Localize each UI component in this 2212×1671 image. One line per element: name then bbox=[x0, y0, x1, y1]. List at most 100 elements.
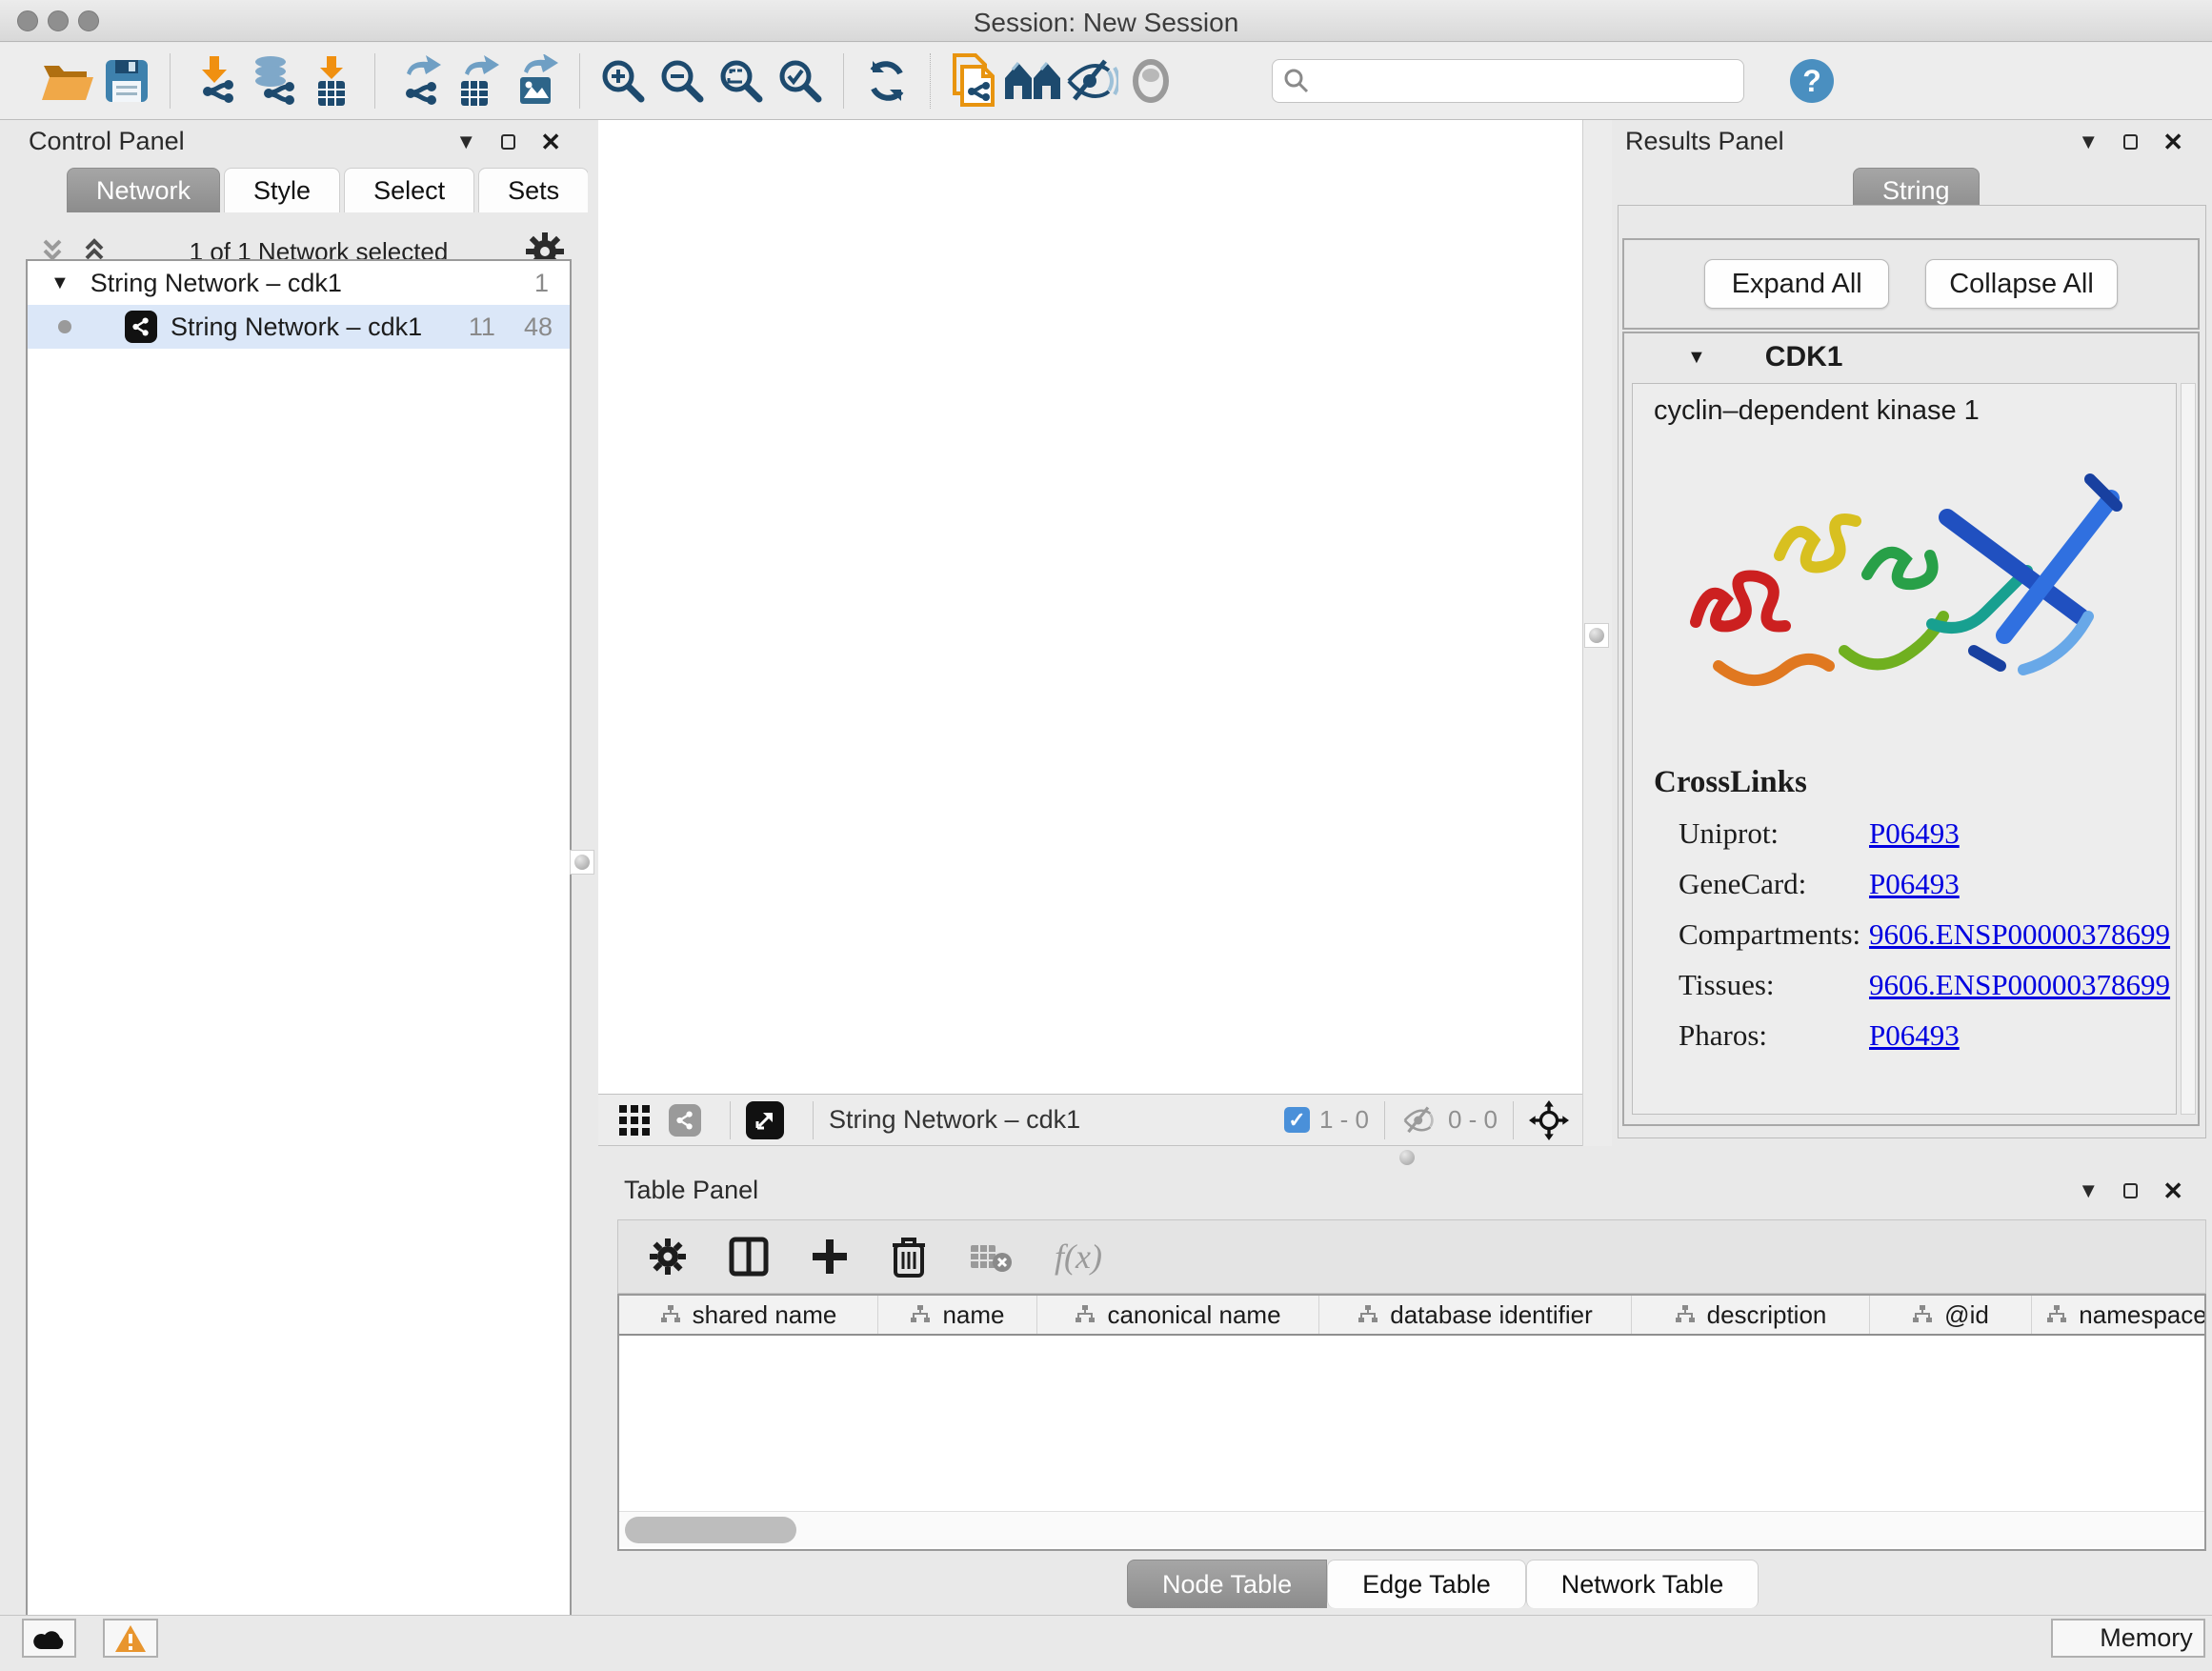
current-network-dot-icon bbox=[58, 320, 71, 333]
open-in-new-window-icon[interactable] bbox=[746, 1101, 784, 1139]
table-panel-tabs: Node TableEdge TableNetwork Table bbox=[1127, 1560, 1759, 1608]
crosslink-row: Tissues:9606.ENSP00000378699 bbox=[1654, 968, 2170, 1002]
create-column-plus-icon[interactable] bbox=[811, 1238, 849, 1276]
zoom-selected-icon[interactable] bbox=[771, 51, 830, 111]
import-network-file-icon[interactable] bbox=[184, 51, 243, 111]
control-panel-maximize-icon[interactable] bbox=[501, 134, 515, 150]
function-builder-icon: f(x) bbox=[1055, 1237, 1102, 1277]
results-panel: Results Panel ▼ ✕ String Expand All Coll… bbox=[1612, 120, 2212, 1170]
node-description: cyclin–dependent kinase 1 bbox=[1654, 395, 1980, 427]
table-row[interactable] bbox=[619, 1336, 2204, 1378]
crosslink-label: GeneCard: bbox=[1654, 867, 1869, 901]
collapse-all-button[interactable]: Collapse All bbox=[1925, 259, 2118, 309]
control-panel-float-icon[interactable]: ▼ bbox=[455, 131, 476, 152]
expand-all-button[interactable]: Expand All bbox=[1704, 259, 1889, 309]
cloud-status-button[interactable] bbox=[22, 1619, 76, 1658]
tab-style[interactable]: Style bbox=[224, 168, 340, 212]
table-header-row: shared namenamecanonical namedatabase id… bbox=[619, 1296, 2204, 1336]
show-columns-icon[interactable] bbox=[729, 1237, 769, 1277]
memory-status-dot bbox=[2063, 1627, 2086, 1650]
column-header-id[interactable]: @id bbox=[1870, 1296, 2032, 1334]
birds-eye-grid-icon[interactable] bbox=[617, 1103, 652, 1137]
selected-nodes-checkbox[interactable]: ✓ bbox=[1284, 1107, 1310, 1133]
tab-network[interactable]: Network bbox=[67, 168, 220, 212]
card-collapse-icon[interactable]: ▼ bbox=[1687, 347, 1706, 369]
control-panel: Control Panel ▼ ✕ NetworkStyleSelectSets… bbox=[0, 120, 588, 1615]
tab-select[interactable]: Select bbox=[344, 168, 474, 212]
hide-panels-eye-slash-icon[interactable] bbox=[1062, 51, 1121, 111]
crosslink-link[interactable]: P06493 bbox=[1869, 867, 1960, 901]
left-splitter-handle[interactable] bbox=[570, 850, 594, 875]
column-header-name[interactable]: name bbox=[878, 1296, 1037, 1334]
tab-sets[interactable]: Sets bbox=[478, 168, 589, 212]
export-network-icon[interactable] bbox=[389, 51, 448, 111]
table-horizontal-scrollbar[interactable] bbox=[619, 1511, 2204, 1547]
search-input[interactable] bbox=[1311, 68, 1720, 95]
show-panels-eye-icon[interactable] bbox=[1121, 51, 1180, 111]
network-label: String Network – cdk1 bbox=[171, 312, 422, 342]
tab-node-table[interactable]: Node Table bbox=[1127, 1560, 1327, 1608]
tab-network-table[interactable]: Network Table bbox=[1526, 1560, 1760, 1608]
crosslink-label: Pharos: bbox=[1654, 1018, 1869, 1053]
memory-button[interactable]: Memory bbox=[2051, 1619, 2205, 1658]
zoom-fit-icon[interactable] bbox=[712, 51, 771, 111]
import-network-database-icon[interactable] bbox=[243, 51, 302, 111]
results-panel-close-icon[interactable]: ✕ bbox=[2162, 130, 2183, 154]
column-header-description[interactable]: description bbox=[1632, 1296, 1870, 1334]
tab-edge-table[interactable]: Edge Table bbox=[1327, 1560, 1526, 1608]
column-header-database-identifier[interactable]: database identifier bbox=[1319, 1296, 1632, 1334]
import-table-icon[interactable] bbox=[302, 51, 361, 111]
table-options-gear-icon[interactable] bbox=[649, 1238, 687, 1276]
network-view-title: String Network – cdk1 bbox=[829, 1105, 1080, 1135]
crosslink-link[interactable]: 9606.ENSP00000378699 bbox=[1869, 917, 2170, 952]
string-results-container: Expand All Collapse All ▼ CDK1 cyclin–de… bbox=[1618, 205, 2206, 1138]
results-panel-maximize-icon[interactable] bbox=[2123, 134, 2138, 150]
crosslink-link[interactable]: P06493 bbox=[1869, 1018, 1960, 1053]
scrollbar-thumb[interactable] bbox=[625, 1517, 796, 1543]
crosslink-link[interactable]: 9606.ENSP00000378699 bbox=[1869, 968, 2170, 1002]
svg-text:?: ? bbox=[1802, 64, 1821, 98]
show-welcome-screen-icon[interactable] bbox=[1003, 51, 1062, 111]
table-panel-maximize-icon[interactable] bbox=[2123, 1183, 2138, 1198]
table-panel-close-icon[interactable]: ✕ bbox=[2162, 1178, 2183, 1203]
help-icon[interactable]: ? bbox=[1782, 51, 1841, 111]
network-collection-row[interactable]: ▼ String Network – cdk1 1 bbox=[28, 261, 570, 305]
zoom-in-icon[interactable] bbox=[593, 51, 653, 111]
crosslink-row: Compartments:9606.ENSP00000378699 bbox=[1654, 917, 2170, 952]
refresh-icon[interactable] bbox=[857, 51, 916, 111]
results-scrollbar[interactable] bbox=[2181, 383, 2196, 1115]
node-result-body: cyclin–dependent kinase 1 bbox=[1632, 383, 2177, 1115]
results-panel-float-icon[interactable]: ▼ bbox=[2078, 131, 2099, 152]
horizontal-splitter-handle[interactable] bbox=[1395, 1145, 1419, 1170]
crosslink-label: Compartments: bbox=[1654, 917, 1869, 952]
open-session-icon[interactable] bbox=[38, 51, 97, 111]
delete-column-trash-icon[interactable] bbox=[891, 1236, 927, 1278]
save-session-icon[interactable] bbox=[97, 51, 156, 111]
column-header-canonical-name[interactable]: canonical name bbox=[1037, 1296, 1319, 1334]
warning-icon bbox=[114, 1624, 147, 1653]
network-row[interactable]: String Network – cdk1 11 48 bbox=[28, 305, 570, 349]
zoom-out-icon[interactable] bbox=[653, 51, 712, 111]
right-splitter-handle[interactable] bbox=[1584, 623, 1609, 648]
fit-content-crosshair-icon[interactable] bbox=[1529, 1100, 1569, 1140]
tree-expander-icon[interactable]: ▼ bbox=[50, 272, 70, 294]
export-image-icon[interactable] bbox=[507, 51, 566, 111]
warnings-button[interactable] bbox=[103, 1619, 158, 1658]
protein-structure-image bbox=[1661, 441, 2157, 755]
hidden-elements-icon bbox=[1400, 1105, 1438, 1136]
crosslink-link[interactable]: P06493 bbox=[1869, 816, 1960, 851]
open-session-file-icon[interactable] bbox=[944, 51, 1003, 111]
network-edge-count: 48 bbox=[524, 312, 553, 342]
column-header-namespace[interactable]: namespace bbox=[2032, 1296, 2206, 1334]
cloud-icon bbox=[32, 1626, 67, 1651]
network-badge-icon[interactable] bbox=[669, 1104, 701, 1137]
table-panel-float-icon[interactable]: ▼ bbox=[2078, 1180, 2099, 1201]
search-box[interactable] bbox=[1272, 59, 1744, 103]
export-table-icon[interactable] bbox=[448, 51, 507, 111]
control-panel-close-icon[interactable]: ✕ bbox=[540, 130, 561, 154]
column-header-shared-name[interactable]: shared name bbox=[619, 1296, 878, 1334]
crosslink-row: GeneCard:P06493 bbox=[1654, 867, 2170, 901]
crosslink-row: Pharos:P06493 bbox=[1654, 1018, 2170, 1053]
hidden-counts: 0 - 0 bbox=[1448, 1105, 1498, 1135]
network-view-canvas[interactable] bbox=[598, 120, 1582, 1094]
